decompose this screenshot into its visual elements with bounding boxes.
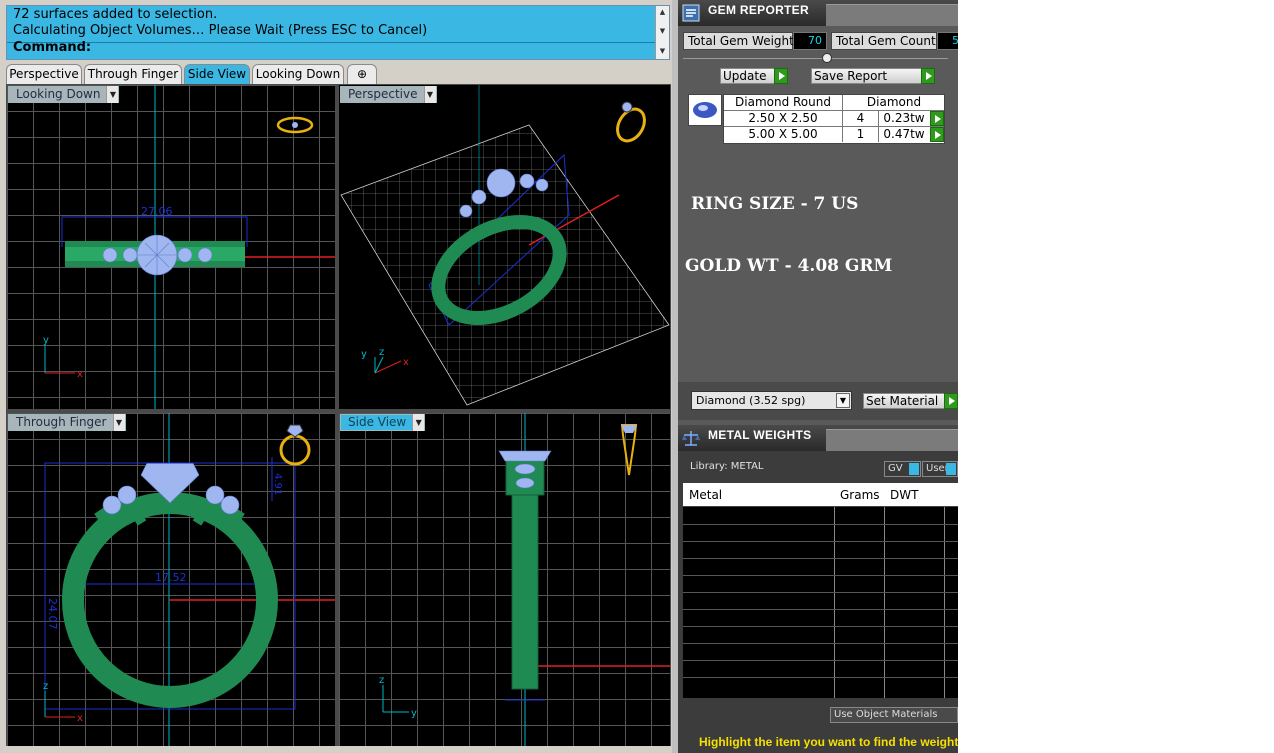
axis-indicator-icon: y z x [361, 347, 409, 374]
use-object-materials-toggle[interactable]: Use Object Materials [830, 707, 958, 723]
viewport-grid: 27.06 y x Looking Down ▼ y z x Perspecti… [6, 84, 671, 746]
metal-weights-title: METAL WEIGHTS [708, 428, 812, 442]
gem-reporter-title: GEM REPORTER [708, 3, 809, 17]
ring-thumbnail-icon [616, 101, 646, 143]
gem-table: Diamond Round Diamond 2.50 X 2.50 4 0.23… [723, 94, 945, 144]
command-separator [7, 42, 659, 43]
hint-text: Highlight the item you want to find the … [699, 735, 958, 749]
svg-text:y: y [43, 335, 49, 346]
axis-indicator-icon: z y [379, 675, 417, 719]
gem-reporter-header: GEM REPORTER [678, 0, 958, 26]
scroll-down-icon[interactable]: ▼ [657, 26, 668, 36]
toggle-indicator [946, 463, 956, 475]
slider-handle[interactable] [822, 53, 832, 63]
tab-side-view[interactable]: Side View [184, 64, 250, 84]
play-icon[interactable] [930, 127, 944, 142]
viewport-label-looking-down[interactable]: Looking Down ▼ [8, 86, 120, 103]
play-icon [944, 393, 958, 409]
ring-thumbnail-icon [276, 116, 314, 134]
scale-icon [682, 431, 700, 446]
toggle-indicator [909, 463, 919, 475]
svg-text:y: y [361, 349, 367, 360]
gold-weight-note: GOLD WT - 4.08 GRM [685, 256, 893, 276]
chevron-down-icon[interactable]: ▼ [412, 414, 425, 431]
viewport-side-view[interactable]: z y Side View ▼ [339, 413, 670, 746]
viewport-label-side-view[interactable]: Side View ▼ [340, 414, 426, 431]
scroll-up-icon[interactable]: ▲ [657, 7, 668, 17]
svg-text:x: x [403, 357, 409, 368]
svg-text:x: x [77, 369, 83, 380]
top-dimension: 4.91 [272, 473, 283, 495]
update-button[interactable]: Update [720, 68, 788, 84]
viewport-perspective[interactable]: y z x Perspective ▼ [339, 85, 670, 409]
chevron-down-icon[interactable]: ▼ [423, 86, 436, 103]
diamond-round-icon [688, 94, 722, 126]
through-finger-scene: 17.52 24.07 4.91 z x [43, 413, 335, 746]
metal-list-header: Metal Grams DWT [683, 483, 958, 507]
column-divider [944, 507, 945, 698]
viewport-label-perspective[interactable]: Perspective ▼ [340, 86, 437, 103]
column-divider [834, 507, 835, 698]
axis-indicator-icon: z x [43, 681, 83, 724]
total-gem-count-label: Total Gem Count [831, 32, 937, 50]
total-gem-count-value[interactable]: 5 [937, 32, 958, 50]
column-divider [884, 507, 885, 698]
side-thumbnail-icon [620, 424, 638, 476]
play-icon [774, 68, 788, 84]
axis-indicator-icon: y x [43, 335, 83, 380]
play-icon[interactable] [930, 111, 944, 126]
header-stub [826, 429, 958, 451]
app-window: 72 surfaces added to selection. Calculat… [0, 0, 958, 753]
right-panel: GEM REPORTER Total Gem Weight 70 Total G… [678, 0, 958, 753]
gem-table-header: Diamond Round Diamond [724, 95, 944, 111]
slider-track [683, 58, 948, 59]
add-tab-button[interactable]: ⊕ [347, 64, 377, 84]
tab-looking-down[interactable]: Looking Down [252, 64, 344, 84]
chevron-down-icon[interactable]: ▼ [112, 414, 125, 431]
chevron-down-icon[interactable]: ▼ [836, 393, 850, 408]
command-line-1: 72 surfaces added to selection. [13, 7, 218, 22]
total-gem-weight-value[interactable]: 70 [793, 32, 827, 50]
dimension-label: 27.06 [141, 205, 173, 218]
viewport-label-through-finger[interactable]: Through Finger ▼ [8, 414, 126, 431]
ring-size-note: RING SIZE - 7 US [691, 194, 859, 214]
set-material-button[interactable]: Set Material [863, 393, 958, 409]
user-toggle[interactable]: User [922, 461, 958, 477]
svg-text:y: y [411, 708, 417, 719]
tab-perspective[interactable]: Perspective [6, 64, 82, 84]
library-label: Library: METAL [690, 461, 764, 472]
table-row[interactable]: 2.50 X 2.50 4 0.23tw [724, 111, 944, 127]
command-prompt[interactable]: Command: [13, 40, 91, 55]
scroll-end-icon[interactable]: ▼ [657, 46, 668, 56]
command-scrollbar[interactable]: ▲ ▼ ▼ [655, 6, 669, 59]
svg-text:z: z [379, 675, 384, 686]
viewport-looking-down[interactable]: 27.06 y x Looking Down ▼ [7, 85, 335, 409]
metal-list[interactable]: Metal Grams DWT [683, 483, 958, 698]
save-report-button[interactable]: Save Report [811, 68, 935, 84]
width-dimension: 17.52 [155, 571, 187, 584]
ring-thumbnail-icon [279, 424, 311, 466]
total-gem-weight-label: Total Gem Weight [683, 32, 794, 50]
chevron-down-icon[interactable]: ▼ [106, 86, 119, 103]
command-output: 72 surfaces added to selection. Calculat… [6, 5, 670, 60]
svg-text:x: x [77, 713, 83, 724]
perspective-scene: y z x [340, 85, 670, 406]
splitter[interactable] [672, 0, 678, 753]
tab-through-finger[interactable]: Through Finger [84, 64, 182, 84]
viewport-through-finger[interactable]: 17.52 24.07 4.91 z x Through Finger ▼ [7, 413, 335, 746]
looking-down-scene: 27.06 y x [43, 85, 335, 409]
svg-text:z: z [379, 347, 384, 358]
gv-toggle[interactable]: GV [884, 461, 921, 477]
metal-weights-header: METAL WEIGHTS [678, 425, 958, 451]
height-dimension: 24.07 [46, 598, 59, 630]
header-stub [826, 4, 958, 26]
play-icon [921, 68, 935, 84]
command-line-2: Calculating Object Volumes… Please Wait … [13, 23, 428, 38]
side-view-scene: z y [379, 413, 670, 746]
svg-text:z: z [43, 681, 48, 692]
gem-report-icon [682, 4, 700, 22]
material-select[interactable]: Diamond (3.52 spg) ▼ [691, 391, 852, 410]
table-row[interactable]: 5.00 X 5.00 1 0.47tw [724, 127, 944, 143]
